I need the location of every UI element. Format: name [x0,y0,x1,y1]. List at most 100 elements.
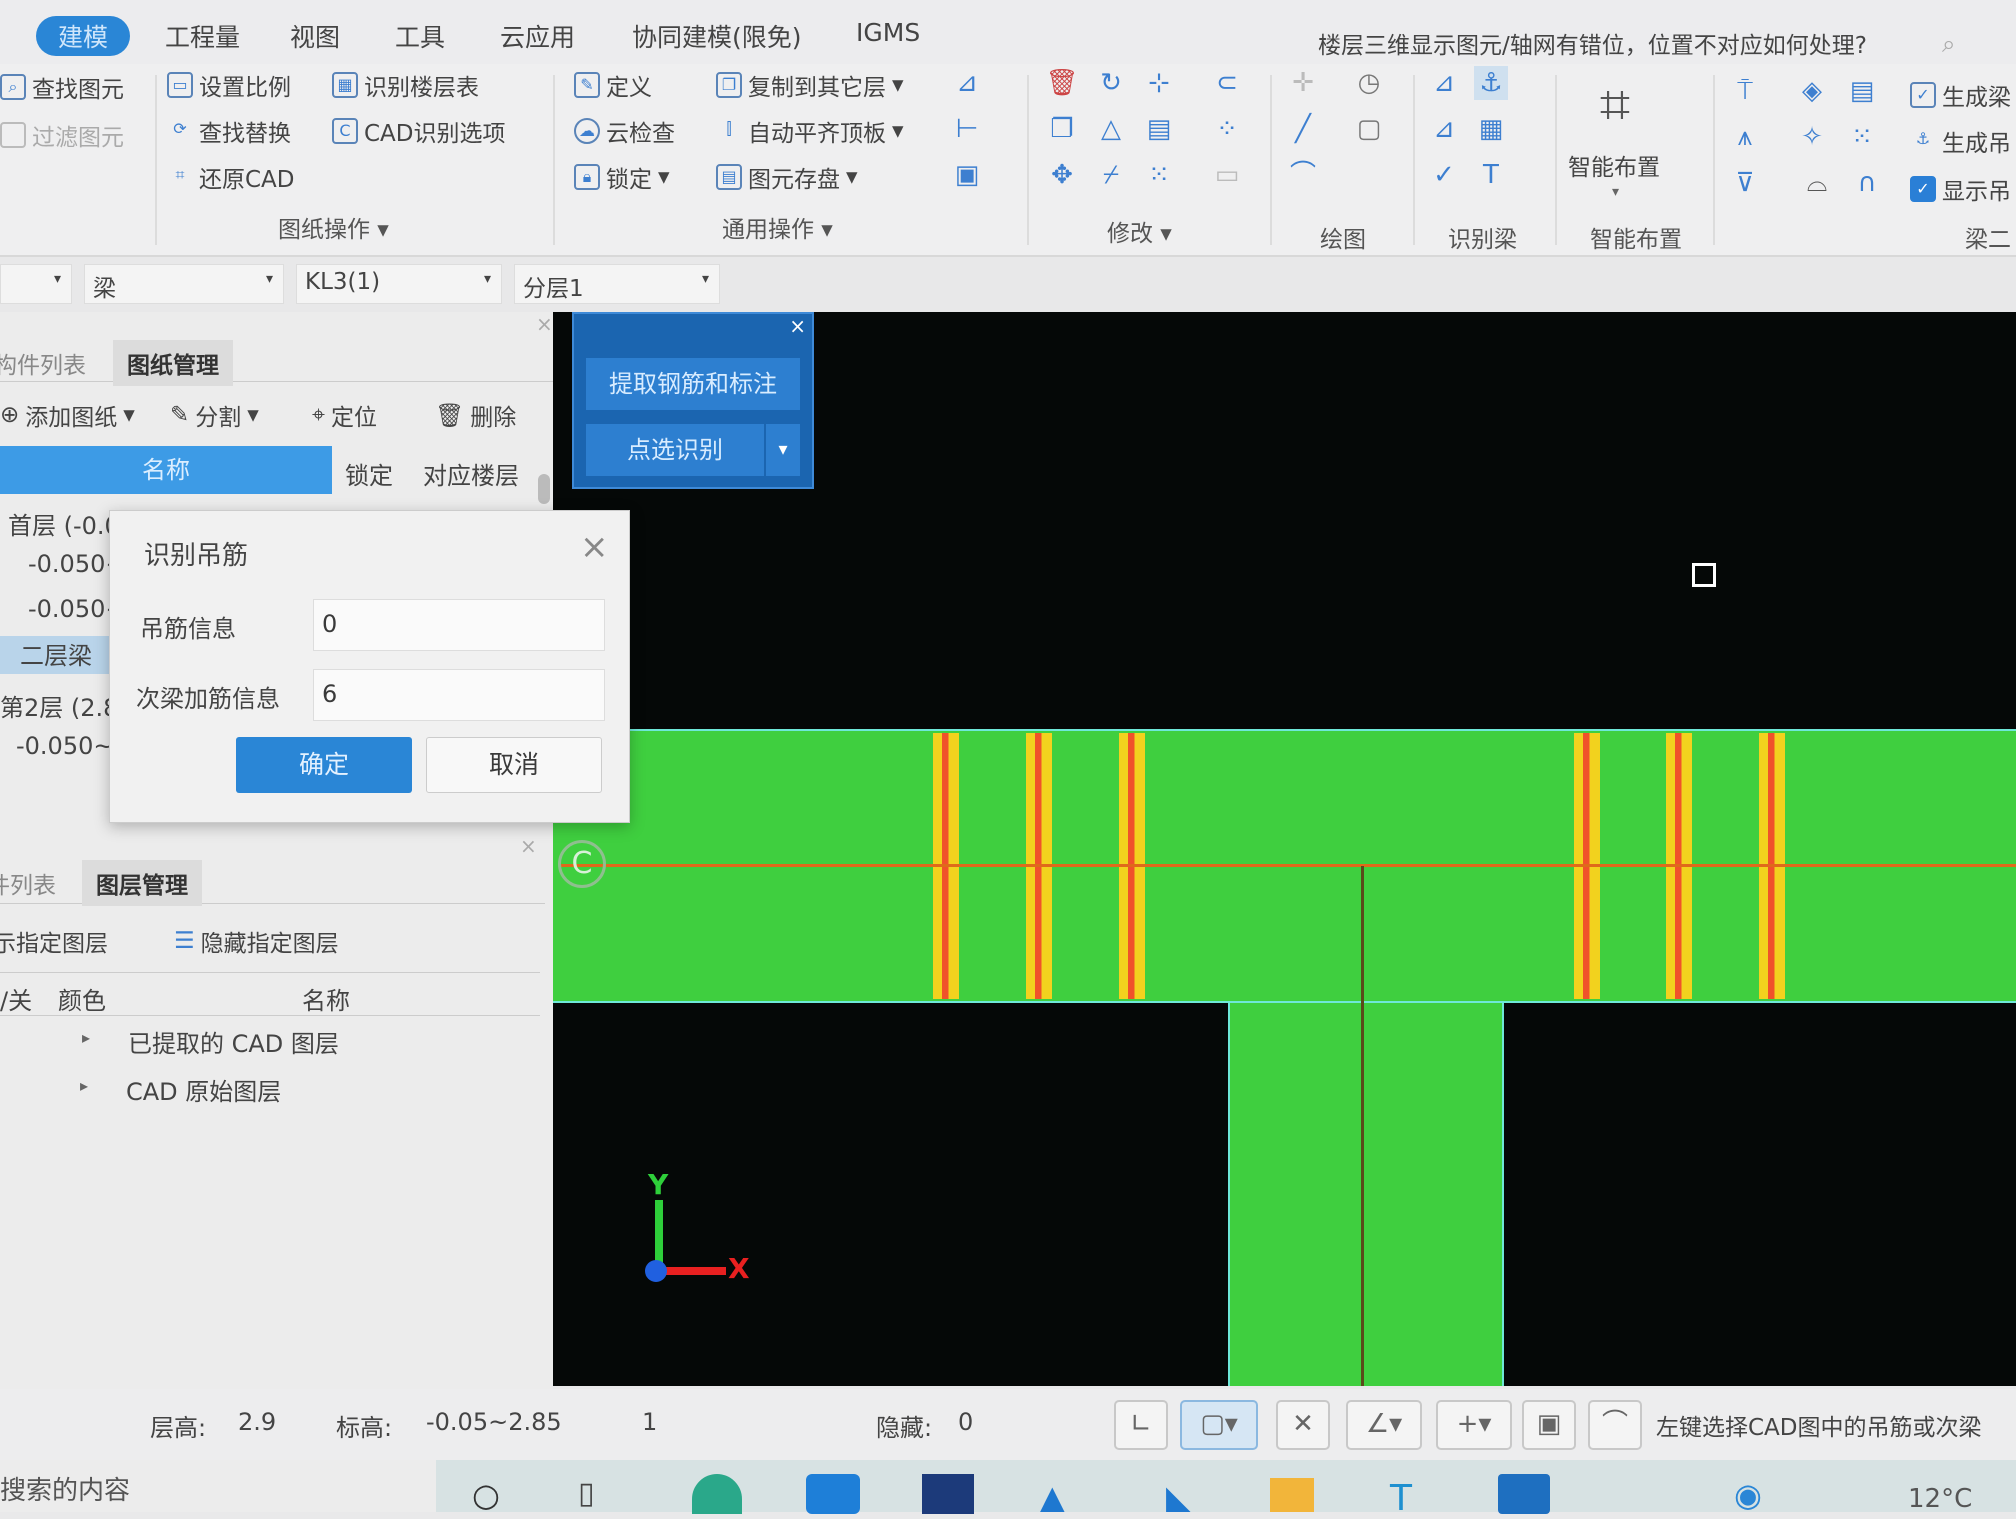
gtj-app-icon[interactable] [1498,1474,1550,1514]
grid-icon[interactable]: ▣ [950,158,984,192]
copy-element-icon[interactable]: ❐ [1045,112,1079,146]
cad-options-button[interactable]: C CAD识别选项 [332,114,506,148]
sparkle-icon[interactable]: ✧ [1795,120,1829,154]
taskbar-search[interactable]: 搜索的内容 [0,1460,436,1512]
dots-icon[interactable]: ⁙ [1845,120,1879,154]
tab-collab[interactable]: 协同建模(限免) [632,18,802,54]
chevron-down-icon[interactable]: ▾ [1612,184,1619,200]
list-item[interactable]: 首层 (-0.0 [8,506,120,541]
recognize-floor-table-button[interactable]: ▦ 识别楼层表 [332,68,479,102]
hook-icon[interactable]: ∩ [1850,166,1884,200]
hide-layer-button[interactable]: ☰ 隐藏指定图层 [174,924,339,958]
table-row[interactable]: 已提取的 CAD 图层 [128,1024,339,1059]
ok-button[interactable]: 确定 [236,737,412,793]
beam-vertical[interactable] [1228,1003,1504,1386]
beam-tag-icon[interactable]: ▦ [1474,112,1508,146]
help-search-text[interactable]: 楼层三维显示图元/轴网有错位，位置不对应如何处理? [1318,26,1867,60]
search-icon[interactable]: ○ [472,1476,500,1514]
circle-icon[interactable]: ◷ [1352,66,1386,100]
edit-span-icon[interactable]: T [1474,158,1508,192]
trim-icon[interactable]: ⊿ [950,66,984,100]
add-drawing-button[interactable]: ⊕ 添加图纸 ▾ [0,398,135,432]
generate-beam-button[interactable]: ✓ 生成梁 [1910,78,2011,112]
component-select[interactable]: KL3(1) ▾ [296,264,502,304]
arc-snap-button[interactable]: ⌒ [1588,1400,1642,1450]
angle-button[interactable]: ∠▾ [1346,1400,1422,1450]
group-label-common-ops[interactable]: 通用操作 ▾ [722,210,833,244]
break-icon[interactable]: ⌿ [1094,158,1128,192]
floor-select[interactable]: ▾ [0,264,72,304]
snap-button[interactable]: ▢▾ [1180,1400,1258,1450]
cross-button[interactable]: ✕ [1276,1400,1330,1450]
recognize-rebar-icon[interactable]: ⊿ [1427,112,1461,146]
extract-rebar-button[interactable]: 提取钢筋和标注 [586,358,800,410]
move-icon[interactable]: ✥ [1045,158,1079,192]
close-icon[interactable]: × [536,312,553,336]
list-item[interactable]: -0.050~ [16,732,113,760]
edit-icon[interactable]: ▭ [1210,158,1244,192]
mirror-icon[interactable]: △ [1094,112,1128,146]
close-icon[interactable]: × [580,527,609,567]
text-app-icon[interactable]: T [1390,1478,1412,1519]
tab-cloud[interactable]: 云应用 [500,18,575,54]
rotate-icon[interactable]: ↻ [1094,66,1128,100]
support-icon[interactable]: ⩚ [1728,120,1762,154]
extend-icon[interactable]: ⊹ [1142,66,1176,100]
offset-icon[interactable]: ⊂ [1210,66,1244,100]
help-icon[interactable]: ◉ [1734,1476,1762,1514]
group-label-modify[interactable]: 修改 ▾ [1107,214,1172,248]
tab-modeling[interactable]: 建模 [36,16,131,56]
tag-icon[interactable]: ◈ [1795,74,1829,108]
generate-hanger-button[interactable]: ⚓︎ 生成吊 [1910,124,2011,158]
browser-icon[interactable] [806,1474,860,1514]
align-element-icon[interactable]: ▤ [1142,112,1176,146]
table-row[interactable]: CAD 原始图层 [126,1072,281,1107]
show-hanger-checkbox[interactable]: ✓ 显示吊 [1910,172,2011,206]
check-beam-icon[interactable]: ✓ [1427,158,1461,192]
type-select[interactable]: 梁 ▾ [84,264,284,304]
save-element-button[interactable]: ▤ 图元存盘 ▾ [716,160,858,194]
restore-cad-button[interactable]: ⌗ 还原CAD [167,160,294,194]
tab-tools[interactable]: 工具 [395,18,445,54]
search-icon[interactable]: ⌕ [1942,30,1955,58]
scrollbar[interactable] [538,474,550,504]
tab-drawing-management[interactable]: 图纸管理 [113,340,233,386]
locate-button[interactable]: ⌖ 定位 [312,398,377,432]
line-icon[interactable]: ╱ [1286,112,1320,146]
dimension-icon[interactable]: ⊢ [950,112,984,146]
tab-component-list[interactable]: 构件列表 [0,340,100,386]
expand-icon[interactable]: ▸ [82,1028,90,1047]
layer-select[interactable]: 分层1 ▾ [514,264,720,304]
column-header-color[interactable]: 颜色 [58,981,106,1016]
find-element-button[interactable]: ⌕ 查找图元 [0,70,124,104]
chevron-down-icon[interactable]: ▾ [766,424,800,476]
tab-igms[interactable]: IGMS [856,18,920,47]
group-label-drawing-ops[interactable]: 图纸操作 ▾ [278,210,389,244]
tab-layer-management[interactable]: 图层管理 [82,860,202,906]
ortho-button[interactable]: ∟ [1114,1400,1168,1450]
column-header-lock[interactable]: 锁定 [345,456,393,491]
set-scale-button[interactable]: ▭ 设置比例 [167,68,291,102]
tab-component-list[interactable]: 构件列表 [0,860,70,906]
close-icon[interactable]: × [789,314,806,338]
point-icon[interactable]: ✛ [1286,66,1320,100]
lock-button[interactable]: 🔒︎ 锁定 ▾ [574,160,670,194]
cancel-button[interactable]: 取消 [426,737,602,793]
find-replace-button[interactable]: ⟳ 查找替换 [167,114,291,148]
offset-button[interactable]: +▾ [1436,1400,1512,1450]
recognize-beam-icon[interactable]: ⊿ [1427,66,1461,100]
show-layer-button[interactable]: 显示指定图层 [0,924,108,958]
merge-icon[interactable]: ⁙ [1142,158,1176,192]
pick-recognize-button[interactable]: 点选识别 [586,424,764,476]
tab-quantity[interactable]: 工程量 [165,18,240,54]
auto-align-slab-button[interactable]: ⫿ 自动平齐顶板 ▾ [716,114,903,148]
column-header-floor[interactable]: 对应楼层 [423,456,519,491]
flag-icon[interactable]: ◣ [1166,1478,1191,1516]
list-icon[interactable]: ▤ [1845,74,1879,108]
column-header-name[interactable]: 名称 [0,446,332,494]
delete-icon[interactable]: 🗑︎ [1045,66,1079,100]
smart-layout-icon[interactable]: ⌗ [1580,72,1650,138]
list-item-selected[interactable]: 二层梁 [0,636,110,674]
column-header-name[interactable]: 名称 [302,981,350,1016]
folder-icon[interactable] [1270,1478,1314,1512]
